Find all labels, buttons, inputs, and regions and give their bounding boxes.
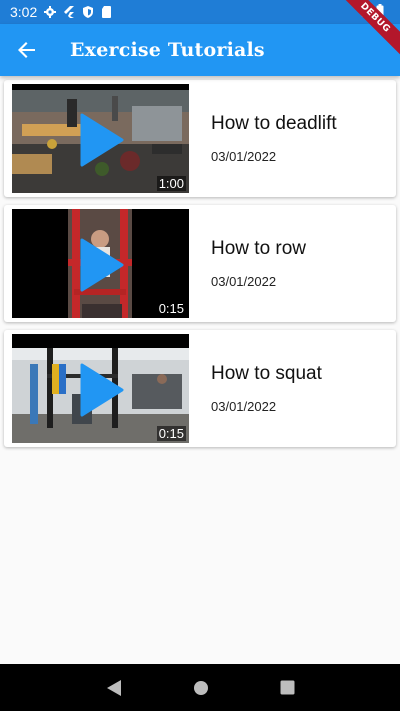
sim-card-icon xyxy=(101,6,113,18)
home-circle-icon[interactable] xyxy=(193,680,209,696)
tutorial-card-deadlift[interactable]: 1:00 How to deadlift 03/01/2022 xyxy=(4,80,396,197)
tutorial-list: 1:00 How to deadlift 03/01/2022 0:15 How… xyxy=(0,80,400,455)
video-thumbnail[interactable]: 1:00 xyxy=(12,84,189,193)
app-bar: Exercise Tutorials xyxy=(0,24,400,76)
tutorial-date: 03/01/2022 xyxy=(211,274,277,289)
tutorial-title: How to squat xyxy=(211,363,322,384)
tutorial-date: 03/01/2022 xyxy=(211,399,277,414)
play-icon xyxy=(80,238,124,292)
arrow-back-icon xyxy=(18,42,35,58)
card-text: How to row 03/01/2022 xyxy=(211,238,306,289)
video-duration: 0:15 xyxy=(156,301,186,316)
back-button[interactable] xyxy=(0,24,54,76)
tutorial-card-row[interactable]: 0:15 How to row 03/01/2022 xyxy=(4,205,396,322)
play-icon xyxy=(80,363,124,417)
video-thumbnail[interactable]: 0:15 xyxy=(12,209,189,318)
status-time: 3:02 xyxy=(10,4,38,20)
card-text: How to deadlift 03/01/2022 xyxy=(211,113,337,164)
status-bar: 3:02 xyxy=(0,0,400,24)
page-title: Exercise Tutorials xyxy=(70,39,265,61)
screen: 3:02 DEBUG Exercise Tutorials 1:00 How t… xyxy=(0,0,400,711)
back-triangle-icon[interactable] xyxy=(106,679,122,697)
card-text: How to squat 03/01/2022 xyxy=(211,363,322,414)
tutorial-title: How to row xyxy=(211,238,307,259)
tutorial-date: 03/01/2022 xyxy=(211,149,277,164)
video-duration: 1:00 xyxy=(156,176,186,191)
shield-icon xyxy=(82,6,94,18)
play-icon xyxy=(80,113,124,167)
flutter-icon xyxy=(63,6,75,18)
video-duration: 0:15 xyxy=(156,426,186,441)
system-nav-bar xyxy=(0,664,400,711)
recents-square-icon[interactable] xyxy=(280,680,295,695)
settings-icon xyxy=(44,6,57,18)
video-thumbnail[interactable]: 0:15 xyxy=(12,334,189,443)
tutorial-card-squat[interactable]: 0:15 How to squat 03/01/2022 xyxy=(4,330,396,447)
tutorial-title: How to deadlift xyxy=(211,113,337,134)
